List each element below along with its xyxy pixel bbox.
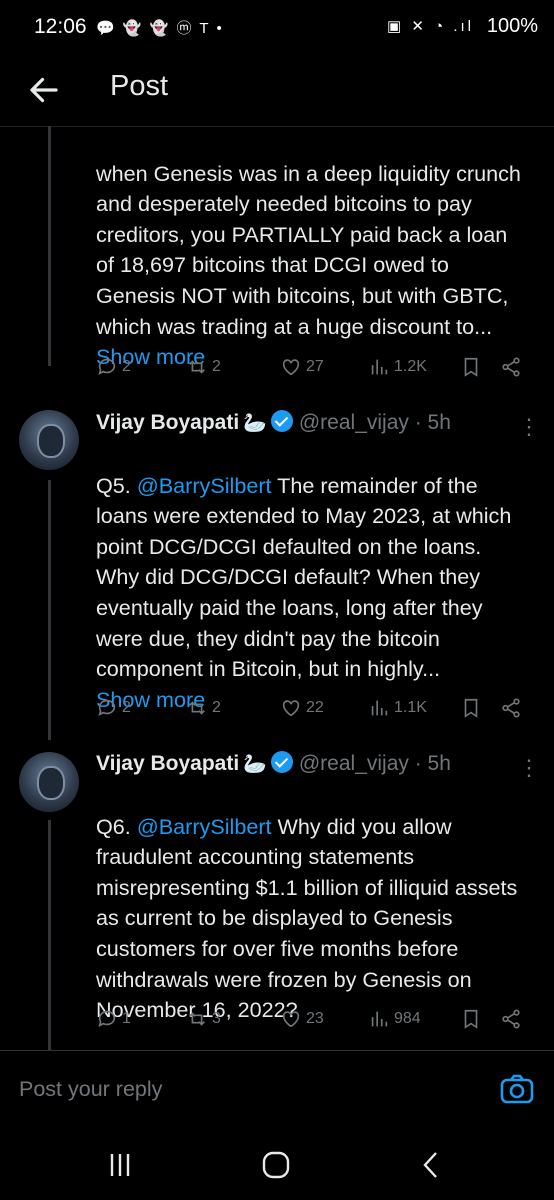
battery-level: 100% xyxy=(486,15,538,37)
heart-icon xyxy=(282,1011,300,1028)
post-item[interactable]: Vijay Boyapati 🦢 @real_vijay · 5h ⋮ Q5. @B… xyxy=(96,410,540,715)
reply-button[interactable]: 2 xyxy=(96,356,131,378)
repost-button[interactable]: 3 xyxy=(186,1008,221,1030)
post-body: when Genesis was in a deep liquidity cru… xyxy=(96,160,521,339)
bookmark-icon xyxy=(464,1009,478,1029)
share-icon xyxy=(502,357,520,377)
share-button[interactable] xyxy=(500,697,522,719)
status-bar: 12:06 💬 👻 👻 ⓜ T • ▣ ✕ ◔ .ıl 100% xyxy=(0,0,554,56)
views-icon xyxy=(371,700,388,716)
post-actions: 2 2 27 1.2K xyxy=(96,356,526,386)
thread-line xyxy=(48,820,51,1050)
verified-badge-icon xyxy=(270,751,293,773)
repost-button[interactable]: 2 xyxy=(186,356,221,378)
reply-icon xyxy=(98,1010,116,1027)
more-options-icon[interactable]: ⋮ xyxy=(518,755,540,781)
mention-link[interactable]: @BarrySilbert xyxy=(137,814,272,839)
repost-icon xyxy=(189,360,205,374)
reply-count: 2 xyxy=(122,358,131,375)
share-button[interactable] xyxy=(500,356,522,378)
swan-emoji: 🦢 xyxy=(243,413,267,434)
like-count: 22 xyxy=(306,699,324,716)
author-handle[interactable]: @real_vijay · 5h xyxy=(299,752,451,775)
post-text: Q6. @BarrySilbert Why did you allow frau… xyxy=(96,781,526,1026)
system-icons: ▣ ✕ ◔ .ıl xyxy=(387,18,474,35)
heart-icon xyxy=(282,359,300,376)
post-text: when Genesis was in a deep liquidity cru… xyxy=(96,128,526,373)
system-navigation-bar xyxy=(0,1130,554,1200)
bookmark-icon xyxy=(464,698,478,718)
views-icon xyxy=(371,1011,388,1027)
repost-count: 2 xyxy=(212,358,221,375)
reply-icon xyxy=(98,699,116,716)
view-count: 1.2K xyxy=(394,358,427,375)
post-actions: 1 3 23 984 xyxy=(96,1008,526,1038)
like-count: 27 xyxy=(306,358,324,375)
like-button[interactable]: 23 xyxy=(280,1008,324,1030)
post-text: Q5. @BarrySilbert The remainder of the l… xyxy=(96,440,526,715)
post-body: The remainder of the loans were extended… xyxy=(96,472,512,682)
view-count: 984 xyxy=(394,1010,421,1027)
top-app-bar: Post xyxy=(0,56,554,127)
share-icon xyxy=(502,1009,520,1029)
like-button[interactable]: 22 xyxy=(280,697,324,719)
share-button[interactable] xyxy=(500,1008,522,1030)
view-count: 1.1K xyxy=(394,699,427,716)
reply-input[interactable]: Post your reply xyxy=(19,1077,162,1102)
notification-icons: 💬 👻 👻 ⓜ T • xyxy=(96,20,224,37)
post-meta: Vijay Boyapati 🦢 @real_vijay · 5h xyxy=(96,751,526,781)
reply-count: 1 xyxy=(122,1010,131,1027)
repost-icon xyxy=(189,701,205,715)
like-button[interactable]: 27 xyxy=(280,356,324,378)
repost-count: 2 xyxy=(212,699,221,716)
views-button[interactable]: 984 xyxy=(368,1008,421,1030)
question-prefix: Q5. xyxy=(96,472,131,498)
back-nav-icon[interactable] xyxy=(412,1148,452,1182)
bookmark-button[interactable] xyxy=(460,356,482,378)
post-item[interactable]: Vijay Boyapati 🦢 @real_vijay · 5h ⋮ Q6. @B… xyxy=(96,751,540,1026)
post-item[interactable]: when Genesis was in a deep liquidity cru… xyxy=(96,128,526,373)
post-body: Why did you allow fraudulent accounting … xyxy=(96,813,518,1023)
arrow-left-icon[interactable] xyxy=(26,72,62,108)
question-prefix: Q6. xyxy=(96,813,131,839)
camera-icon[interactable] xyxy=(500,1074,534,1104)
reply-button[interactable]: 2 xyxy=(96,697,131,719)
bookmark-button[interactable] xyxy=(460,1008,482,1030)
share-icon xyxy=(502,698,520,718)
views-icon xyxy=(371,359,388,375)
thread-line xyxy=(48,126,51,366)
post-actions: 2 2 22 1.1K xyxy=(96,697,526,727)
reply-composer[interactable]: Post your reply xyxy=(0,1050,554,1131)
reply-button[interactable]: 1 xyxy=(96,1008,131,1030)
repost-count: 3 xyxy=(212,1010,221,1027)
page-title: Post xyxy=(110,70,169,102)
post-meta: Vijay Boyapati 🦢 @real_vijay · 5h xyxy=(96,410,526,440)
swan-emoji: 🦢 xyxy=(243,754,267,775)
home-icon[interactable] xyxy=(256,1148,296,1182)
more-options-icon[interactable]: ⋮ xyxy=(518,414,540,440)
thread-line xyxy=(48,480,51,740)
reply-icon xyxy=(98,358,116,375)
avatar[interactable] xyxy=(19,410,79,470)
verified-badge-icon xyxy=(270,410,293,432)
heart-icon xyxy=(282,700,300,717)
repost-button[interactable]: 2 xyxy=(186,697,221,719)
author-name[interactable]: Vijay Boyapati xyxy=(96,752,239,775)
views-button[interactable]: 1.2K xyxy=(368,356,427,378)
author-handle[interactable]: @real_vijay · 5h xyxy=(299,411,451,434)
bookmark-button[interactable] xyxy=(460,697,482,719)
author-name[interactable]: Vijay Boyapati xyxy=(96,411,239,434)
views-button[interactable]: 1.1K xyxy=(368,697,427,719)
status-time: 12:06 xyxy=(34,15,87,38)
repost-icon xyxy=(189,1012,205,1026)
avatar[interactable] xyxy=(19,752,79,812)
like-count: 23 xyxy=(306,1010,324,1027)
recent-apps-icon[interactable] xyxy=(100,1148,140,1182)
reply-count: 2 xyxy=(122,699,131,716)
bookmark-icon xyxy=(464,357,478,377)
mention-link[interactable]: @BarrySilbert xyxy=(137,473,272,498)
